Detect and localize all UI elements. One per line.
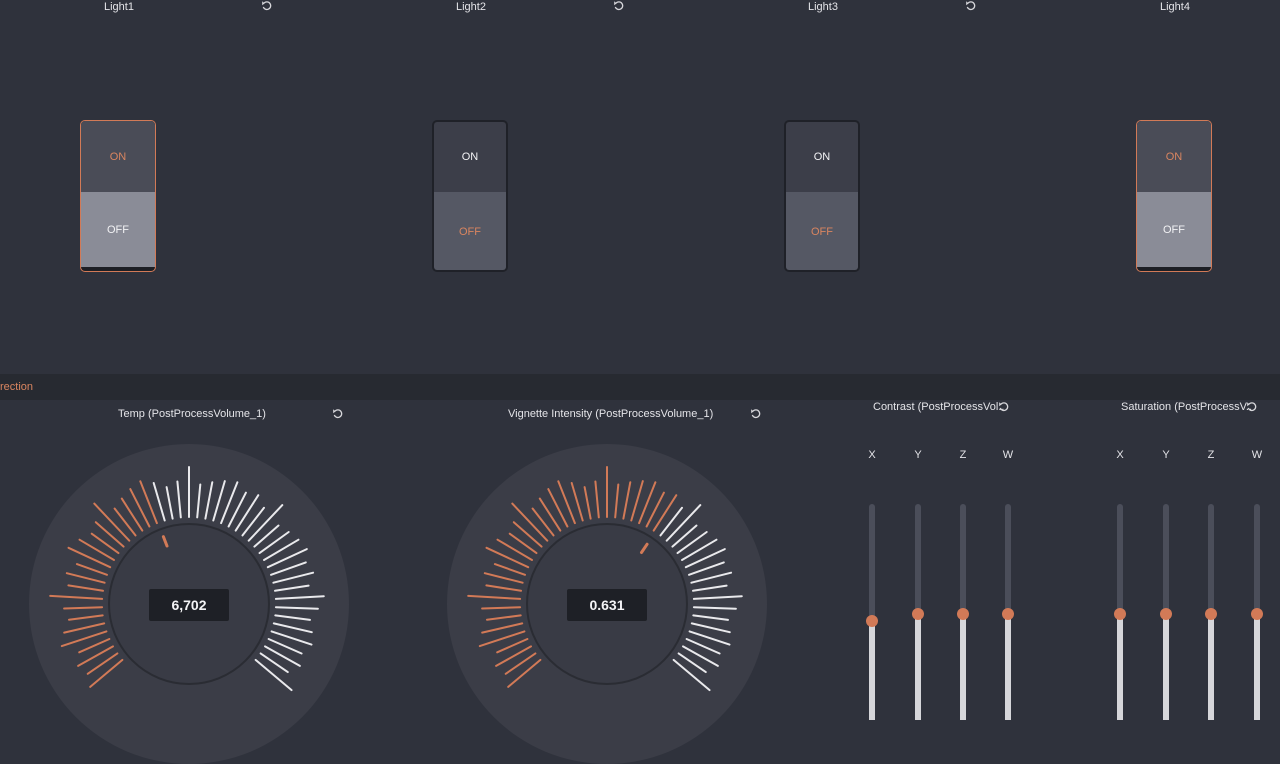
axis-label-y: Y	[914, 449, 922, 461]
axis-label-z: Z	[959, 449, 967, 461]
slider-fill	[1254, 614, 1260, 720]
axis-label-x: X	[1116, 449, 1124, 461]
vector-label: Contrast (PostProcessVol..	[873, 401, 1005, 413]
light-label: Light1	[104, 1, 134, 13]
slider-fill	[960, 614, 966, 720]
light-switch[interactable]: ON OFF	[432, 120, 508, 272]
switch-off-label[interactable]: OFF	[434, 192, 506, 270]
switch-off-label[interactable]: OFF	[81, 192, 155, 267]
slider-handle[interactable]	[1114, 608, 1126, 621]
slider-fill	[869, 620, 875, 720]
reset-icon[interactable]	[613, 0, 625, 12]
switch-on-label[interactable]: ON	[434, 122, 506, 192]
slider-fill	[1117, 614, 1123, 720]
axis-label-x: X	[868, 449, 876, 461]
axis-label-w: W	[1002, 449, 1014, 461]
dial-tick	[63, 606, 104, 610]
section-header[interactable]: rection	[0, 374, 1280, 400]
light-label: Light3	[808, 1, 838, 13]
dial-value: 0.631	[567, 589, 647, 621]
switch-on-label[interactable]: ON	[81, 121, 155, 192]
slider-handle[interactable]	[1160, 608, 1172, 621]
switch-off-label[interactable]: OFF	[786, 192, 858, 270]
slider-fill	[1208, 614, 1214, 720]
switch-on-label[interactable]: ON	[1137, 121, 1211, 192]
slider-fill	[915, 614, 921, 720]
reset-icon[interactable]	[998, 401, 1010, 413]
slider-handle[interactable]	[1205, 608, 1217, 621]
slider-handle[interactable]	[912, 608, 924, 621]
slider-handle[interactable]	[957, 608, 969, 621]
light-switch[interactable]: ON OFF	[1136, 120, 1212, 272]
dial-tick	[481, 606, 522, 610]
slider-handle[interactable]	[866, 614, 878, 627]
slider-fill	[1163, 614, 1169, 720]
axis-label-w: W	[1251, 449, 1263, 461]
dial-value: 6,702	[149, 589, 229, 621]
slider-fill	[1005, 614, 1011, 720]
dial-label: Temp (PostProcessVolume_1)	[118, 408, 266, 420]
axis-label-y: Y	[1162, 449, 1170, 461]
reset-icon[interactable]	[332, 408, 344, 420]
switch-off-label[interactable]: OFF	[1137, 192, 1211, 267]
reset-icon[interactable]	[965, 0, 977, 12]
vector-label: Saturation (PostProcessV..	[1121, 401, 1253, 413]
light-switch[interactable]: ON OFF	[80, 120, 156, 272]
dial-label: Vignette Intensity (PostProcessVolume_1)	[508, 408, 714, 420]
axis-label-z: Z	[1207, 449, 1215, 461]
light-label: Light4	[1160, 1, 1190, 13]
light-switch[interactable]: ON OFF	[784, 120, 860, 272]
switch-on-label[interactable]: ON	[786, 122, 858, 192]
reset-icon[interactable]	[1246, 401, 1258, 413]
reset-icon[interactable]	[750, 408, 762, 420]
slider-handle[interactable]	[1002, 608, 1014, 621]
slider-handle[interactable]	[1251, 608, 1263, 621]
section-title: rection	[0, 381, 34, 393]
reset-icon[interactable]	[261, 0, 273, 12]
light-label: Light2	[456, 1, 486, 13]
